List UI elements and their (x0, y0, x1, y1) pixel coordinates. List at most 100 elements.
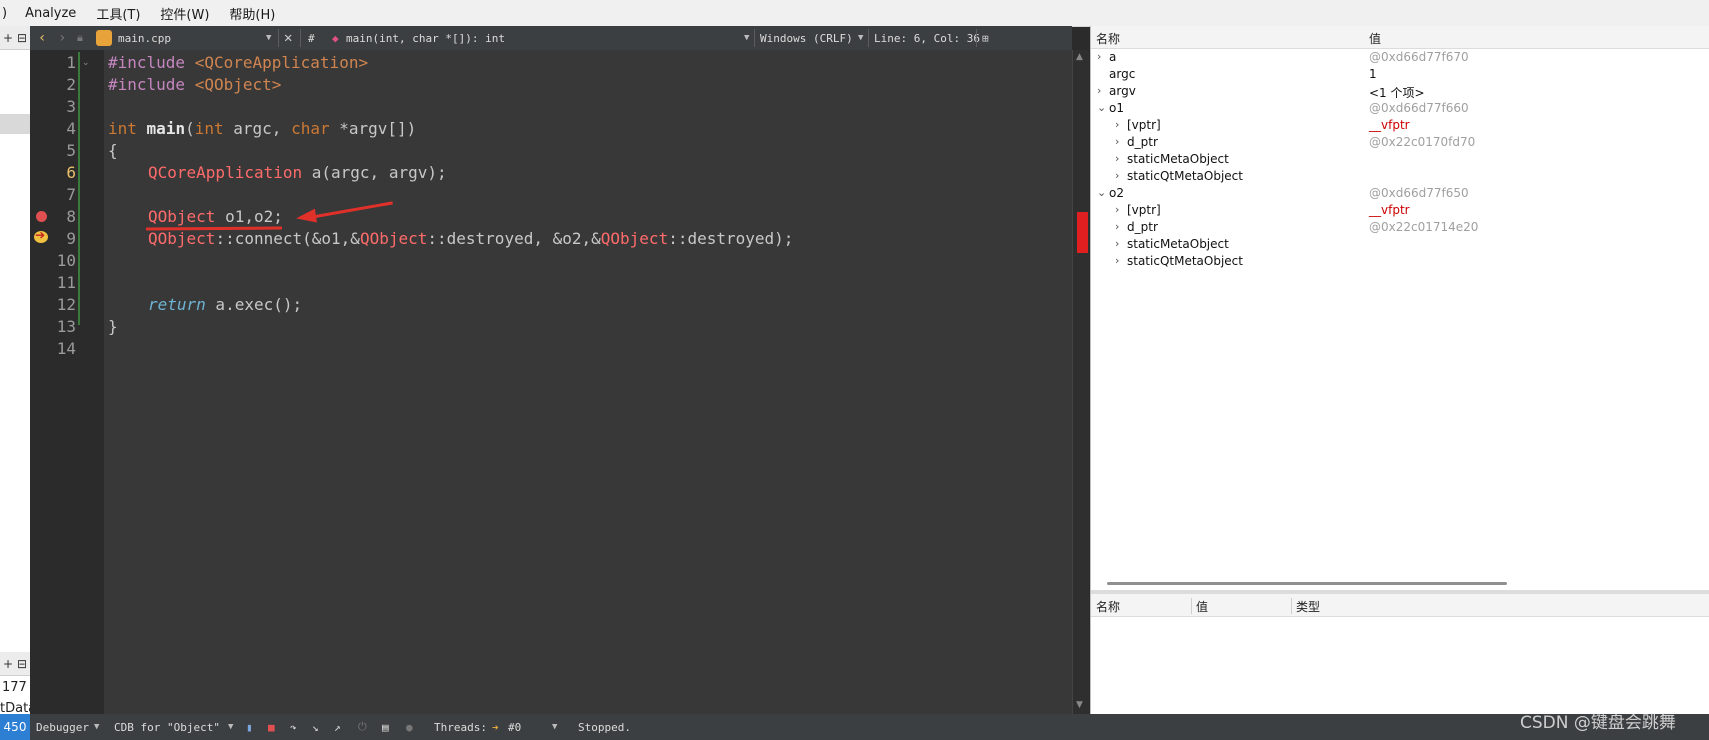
threads-label: Threads: (434, 720, 487, 734)
left-panel-toolbar-bottom: + ⊟ (0, 652, 30, 676)
line-number[interactable]: 13 (34, 316, 76, 338)
locals-row[interactable]: › argv <1 个项> (1091, 84, 1709, 101)
horizontal-scrollbar[interactable] (1107, 582, 1507, 585)
locals-row[interactable]: › staticQtMetaObject (1091, 254, 1709, 271)
code-line-5[interactable]: { (108, 140, 118, 162)
disassembly-icon[interactable]: ▤ (382, 714, 389, 740)
line-ending-dropdown[interactable]: Windows (CRLF) (760, 26, 853, 50)
debugger-dropdown[interactable]: Debugger (36, 714, 89, 740)
locals-row[interactable]: › [vptr] __vfptr (1091, 118, 1709, 135)
column-header-value[interactable]: 值 (1196, 598, 1208, 615)
locals-row[interactable]: › [vptr] __vfptr (1091, 203, 1709, 220)
locals-row[interactable]: › a @0xd66d77f670 (1091, 50, 1709, 67)
collapsed-chevron-icon[interactable]: › (1115, 254, 1119, 267)
continue-icon[interactable]: ▮ (246, 714, 253, 740)
menu-item-truncated[interactable]: ) (0, 6, 15, 21)
variable-value: __vfptr (1369, 118, 1410, 132)
collapsed-chevron-icon[interactable]: › (1115, 118, 1119, 131)
line-number[interactable]: 12 (34, 294, 76, 316)
fold-icon[interactable]: ⌄ (82, 58, 90, 68)
expanded-chevron-icon[interactable]: ⌄ (1097, 186, 1106, 199)
menu-item-controls[interactable]: 控件(W) (150, 4, 219, 23)
thread-dropdown[interactable]: #0 (508, 714, 521, 740)
column-header-type[interactable]: 类型 (1296, 598, 1320, 615)
file-name-dropdown[interactable]: main.cpp (118, 26, 171, 50)
add-icon[interactable]: + (3, 31, 13, 45)
line-number[interactable]: 5 (34, 140, 76, 162)
locals-row[interactable]: › d_ptr @0x22c01714e20 (1091, 220, 1709, 237)
chevron-down-icon[interactable]: ▼ (552, 714, 557, 740)
collapsed-chevron-icon[interactable]: › (1115, 203, 1119, 216)
split-icon[interactable]: ⊟ (17, 31, 27, 45)
code-line-13[interactable]: } (108, 316, 118, 338)
variable-name: staticMetaObject (1127, 237, 1229, 251)
restart-icon[interactable]: ⏻ (358, 714, 367, 740)
locals-row[interactable]: › staticMetaObject (1091, 237, 1709, 254)
back-icon[interactable]: ‹ (38, 26, 46, 50)
code-editor[interactable] (104, 50, 1072, 714)
editor-scrollbar[interactable]: ▲ ▼ (1072, 50, 1089, 714)
menu-item-tools[interactable]: 工具(T) (86, 4, 150, 23)
code-line-8[interactable]: QObject o1,o2; (148, 206, 283, 228)
code-line-6[interactable]: QCoreApplication a(argc, argv); (148, 162, 447, 184)
add-icon[interactable]: + (3, 657, 13, 671)
selected-row[interactable] (0, 114, 30, 134)
locals-row[interactable]: ⌄ o1 @0xd66d77f660 (1091, 101, 1709, 118)
code-line-1[interactable]: #include <QCoreApplication> (108, 52, 368, 74)
chevron-down-icon[interactable]: ▼ (858, 26, 863, 50)
split-editor-icon[interactable]: ⊞ (982, 26, 989, 50)
variable-value: @0xd66d77f660 (1369, 101, 1469, 115)
line-number[interactable]: 2 (34, 74, 76, 96)
stop-icon[interactable]: ■ (268, 714, 275, 740)
code-line-2[interactable]: #include <QObject> (108, 74, 281, 96)
split-icon[interactable]: ⊟ (17, 657, 27, 671)
close-icon[interactable]: ✕ (284, 26, 292, 50)
chevron-down-icon[interactable]: ▼ (94, 714, 99, 740)
menu-item-analyze[interactable]: Analyze (15, 6, 86, 21)
breakpoint-icon[interactable] (36, 211, 47, 222)
annotation-arrow-head (295, 208, 317, 226)
locals-row[interactable]: › d_ptr @0x22c0170fd70 (1091, 135, 1709, 152)
collapsed-chevron-icon[interactable]: › (1097, 50, 1101, 63)
code-line-12[interactable]: return a.exec(); (148, 294, 302, 316)
collapsed-chevron-icon[interactable]: › (1115, 169, 1119, 182)
chevron-down-icon[interactable]: ▼ (228, 714, 233, 740)
locals-row[interactable]: › staticMetaObject (1091, 152, 1709, 169)
step-over-icon[interactable]: ↷ (290, 714, 297, 740)
line-number[interactable]: 6 (34, 162, 76, 184)
engine-dropdown[interactable]: CDB for "Object" (114, 714, 220, 740)
column-header-value[interactable]: 值 (1369, 30, 1381, 47)
column-header-name[interactable]: 名称 (1096, 598, 1120, 615)
menu-item-help[interactable]: 帮助(H) (219, 4, 285, 23)
line-number[interactable]: 3 (34, 96, 76, 118)
collapsed-chevron-icon[interactable]: › (1115, 135, 1119, 148)
scroll-down-icon[interactable]: ▼ (1076, 700, 1083, 710)
code-line-4[interactable]: int main(int argc, char *argv[]) (108, 118, 416, 140)
cursor-position[interactable]: Line: 6, Col: 36 (874, 26, 980, 50)
forward-icon[interactable]: › (58, 26, 66, 50)
locals-row[interactable]: argc 1 (1091, 67, 1709, 84)
code-line-9[interactable]: QObject::connect(&o1,&QObject::destroyed… (148, 228, 793, 250)
expanded-chevron-icon[interactable]: ⌄ (1097, 101, 1106, 114)
locals-row[interactable]: › staticQtMetaObject (1091, 169, 1709, 186)
locals-row[interactable]: ⌄ o2 @0xd66d77f650 (1091, 186, 1709, 203)
line-number[interactable]: 14 (34, 338, 76, 360)
collapsed-chevron-icon[interactable]: › (1115, 152, 1119, 165)
left-side-panel: + ⊟ + ⊟ 177 tData (0, 26, 36, 740)
column-header-name[interactable]: 名称 (1096, 30, 1120, 47)
scroll-up-icon[interactable]: ▲ (1076, 52, 1083, 62)
step-out-icon[interactable]: ↗ (334, 714, 341, 740)
chevron-down-icon[interactable]: ▼ (266, 26, 271, 50)
collapsed-chevron-icon[interactable]: › (1115, 220, 1119, 233)
line-number[interactable]: 7 (34, 184, 76, 206)
chevron-down-icon[interactable]: ▼ (744, 26, 749, 50)
line-number[interactable]: 11 (34, 272, 76, 294)
symbol-dropdown[interactable]: main(int, char *[]): int (346, 26, 505, 50)
line-number[interactable]: 10 (34, 250, 76, 272)
line-number[interactable]: 4 (34, 118, 76, 140)
step-into-icon[interactable]: ↘ (312, 714, 319, 740)
collapsed-chevron-icon[interactable]: › (1097, 84, 1101, 97)
collapsed-chevron-icon[interactable]: › (1115, 237, 1119, 250)
line-number[interactable]: 1 (34, 52, 76, 74)
record-icon[interactable]: ● (406, 714, 413, 740)
